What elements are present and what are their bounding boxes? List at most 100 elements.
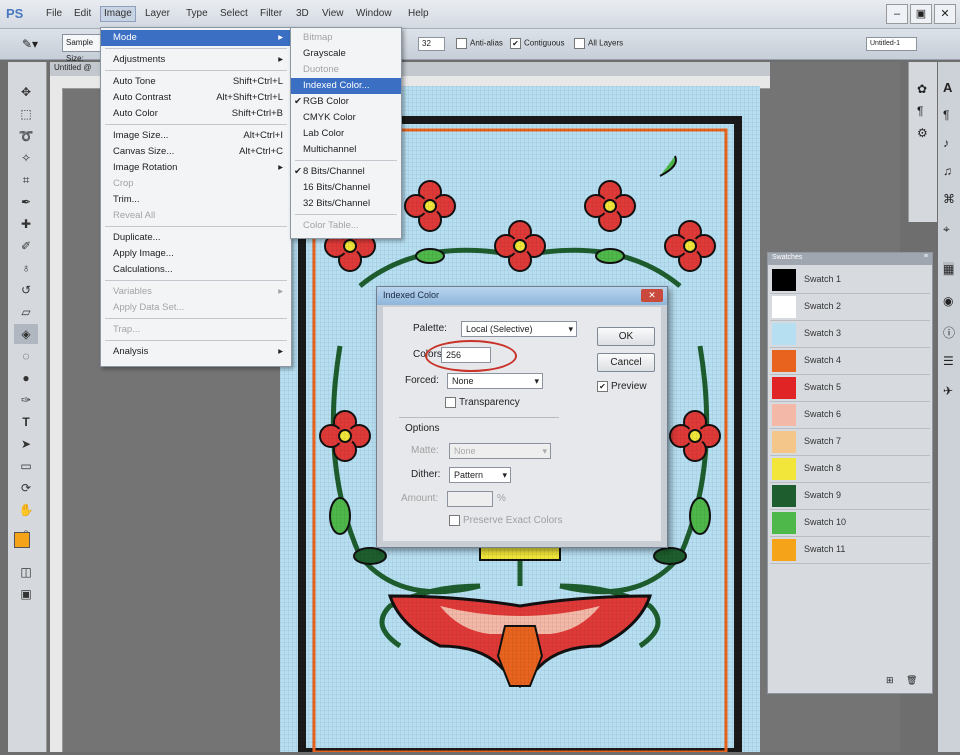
info-panel-icon[interactable]: ⓘ: [943, 324, 955, 341]
matte-select[interactable]: None ▾: [449, 443, 551, 459]
menu-item-grayscale[interactable]: Grayscale: [291, 46, 401, 62]
close-button[interactable]: ✕: [934, 4, 956, 24]
swatch-row[interactable]: Swatch 2: [770, 294, 930, 321]
document-select[interactable]: Untitled-1: [866, 37, 917, 51]
styles-panel-icon[interactable]: ◉: [943, 294, 953, 308]
menu-item-variables[interactable]: Variables ▸: [101, 284, 291, 300]
menu-item-bitmap[interactable]: Bitmap: [291, 30, 401, 46]
shape-icon[interactable]: ▭: [14, 456, 38, 476]
swatch-row[interactable]: Swatch 11: [770, 537, 930, 564]
menu-item-image-size[interactable]: Image Size... Alt+Ctrl+I: [101, 128, 291, 144]
paragraph-panel-icon[interactable]: ¶: [943, 108, 949, 122]
healing-icon[interactable]: ✚: [14, 214, 38, 234]
brush-preset-icon[interactable]: ♫: [943, 164, 952, 178]
maximize-button[interactable]: ▣: [910, 4, 932, 24]
swatch-row[interactable]: Swatch 8: [770, 456, 930, 483]
eraser-icon[interactable]: ▱: [14, 302, 38, 322]
3d-rotate-icon[interactable]: ⟳: [14, 478, 38, 498]
move-icon[interactable]: ✥: [14, 82, 38, 102]
menu-item-calculations[interactable]: Calculations...: [101, 262, 291, 278]
swatch-row[interactable]: Swatch 5: [770, 375, 930, 402]
menu-3d[interactable]: 3D: [296, 8, 309, 19]
adjustments-panel-icon[interactable]: ☰: [943, 354, 954, 368]
lasso-icon[interactable]: ➰: [14, 126, 38, 146]
menu-item-8-bits[interactable]: ✔ 8 Bits/Channel: [291, 164, 401, 180]
menu-edit[interactable]: Edit: [74, 8, 91, 19]
blur-icon[interactable]: ◌: [14, 346, 38, 366]
clone-source-icon[interactable]: ⌘: [943, 192, 955, 206]
tolerance-input[interactable]: 32: [418, 37, 445, 51]
swatch-row[interactable]: Swatch 7: [770, 429, 930, 456]
document-tab[interactable]: Untitled @: [54, 63, 91, 72]
foreground-color-swatch[interactable]: [14, 532, 30, 548]
history-panel-icon[interactable]: ⚙: [917, 126, 928, 140]
swatch-row[interactable]: Swatch 9: [770, 483, 930, 510]
swatch-row[interactable]: Swatch 3: [770, 321, 930, 348]
brush-icon[interactable]: ✐: [14, 236, 38, 256]
new-swatch-icon[interactable]: ⊞: [886, 675, 894, 686]
menu-image[interactable]: Image: [100, 6, 136, 22]
navigator-panel-icon[interactable]: ✈: [943, 384, 953, 398]
menu-item-color-table[interactable]: Color Table...: [291, 218, 401, 234]
trash-icon[interactable]: 🗑: [906, 675, 917, 686]
amount-input[interactable]: [447, 491, 493, 507]
menu-item-multichannel[interactable]: Multichannel: [291, 142, 401, 158]
menu-help[interactable]: Help: [408, 8, 429, 19]
quick-select-icon[interactable]: ✧: [14, 148, 38, 168]
transparency-toggle[interactable]: Transparency: [445, 397, 520, 408]
menu-item-canvas-size[interactable]: Canvas Size... Alt+Ctrl+C: [101, 144, 291, 160]
panel-menu-icon[interactable]: ≡: [924, 253, 928, 260]
menu-filter[interactable]: Filter: [260, 8, 282, 19]
screen-mode-icon[interactable]: ▣: [14, 584, 38, 604]
swatch-row[interactable]: Swatch 6: [770, 402, 930, 429]
menu-item-32-bits[interactable]: 32 Bits/Channel: [291, 196, 401, 212]
preview-toggle[interactable]: ✔ Preview: [597, 381, 647, 392]
menu-item-duplicate[interactable]: Duplicate...: [101, 230, 291, 246]
menu-item-analysis[interactable]: Analysis ▸: [101, 344, 291, 360]
color-panel-icon[interactable]: ✿: [917, 82, 927, 96]
type-panel-icon[interactable]: A: [943, 80, 952, 95]
menu-item-lab-color[interactable]: Lab Color: [291, 126, 401, 142]
tool-preset-icon[interactable]: ⌖: [943, 222, 950, 237]
quick-mask-icon[interactable]: ◫: [14, 562, 38, 582]
history-brush-icon[interactable]: ↺: [14, 280, 38, 300]
menu-item-apply-image[interactable]: Apply Image...: [101, 246, 291, 262]
brush-panel-icon[interactable]: ♪: [943, 136, 949, 150]
type-icon[interactable]: T: [14, 412, 38, 432]
menu-item-duotone[interactable]: Duotone: [291, 62, 401, 78]
menu-item-auto-contrast[interactable]: Auto Contrast Alt+Shift+Ctrl+L: [101, 90, 291, 106]
pen-icon[interactable]: ✑: [14, 390, 38, 410]
menu-file[interactable]: File: [46, 8, 62, 19]
dither-select[interactable]: Pattern ▾: [449, 467, 511, 483]
menu-view[interactable]: View: [322, 8, 344, 19]
paint-bucket-icon[interactable]: ◈: [14, 324, 38, 344]
menu-item-indexed-color[interactable]: Indexed Color...: [291, 78, 401, 94]
menu-item-trim[interactable]: Trim...: [101, 192, 291, 208]
menu-select[interactable]: Select: [220, 8, 248, 19]
character-panel-icon[interactable]: ¶: [917, 104, 923, 118]
eyedropper-icon[interactable]: ✒: [14, 192, 38, 212]
swatch-row[interactable]: Swatch 4: [770, 348, 930, 375]
dodge-icon[interactable]: ●: [14, 368, 38, 388]
preserve-exact-colors-toggle[interactable]: Preserve Exact Colors: [449, 515, 562, 526]
contiguous-toggle[interactable]: ✔ Contiguous: [510, 38, 564, 49]
anti-alias-toggle[interactable]: Anti-alias: [456, 38, 503, 49]
menu-item-16-bits[interactable]: 16 Bits/Channel: [291, 180, 401, 196]
swatches-panel-header[interactable]: Swatches ≡: [768, 253, 932, 265]
clone-stamp-icon[interactable]: ♁: [14, 258, 38, 278]
swatches-panel-icon[interactable]: ▦: [943, 262, 955, 276]
hand-icon[interactable]: ✋: [14, 500, 38, 520]
palette-select[interactable]: Local (Selective) ▾: [461, 321, 577, 337]
menu-item-auto-color[interactable]: Auto Color Shift+Ctrl+B: [101, 106, 291, 122]
menu-item-reveal-all[interactable]: Reveal All: [101, 208, 291, 224]
menu-item-crop[interactable]: Crop: [101, 176, 291, 192]
all-layers-toggle[interactable]: All Layers: [574, 38, 623, 49]
menu-item-trap[interactable]: Trap...: [101, 322, 291, 338]
menu-item-apply-data-set[interactable]: Apply Data Set...: [101, 300, 291, 316]
marquee-icon[interactable]: ⬚: [14, 104, 38, 124]
path-select-icon[interactable]: ➤: [14, 434, 38, 454]
menu-item-rgb-color[interactable]: ✔ RGB Color: [291, 94, 401, 110]
menu-layer[interactable]: Layer: [145, 8, 170, 19]
menu-window[interactable]: Window: [356, 8, 392, 19]
menu-item-image-rotation[interactable]: Image Rotation ▸: [101, 160, 291, 176]
